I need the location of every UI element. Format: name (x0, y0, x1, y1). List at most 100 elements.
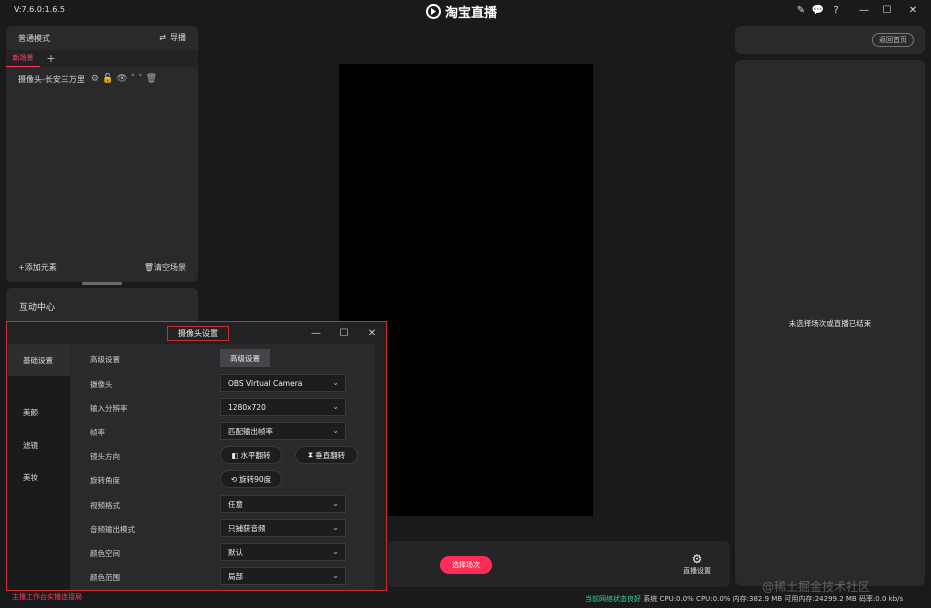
live-settings-button[interactable]: ⚙ 直播设置 (680, 552, 714, 576)
scene-panel-header: 普通模式 ⇄ 导播 (6, 26, 198, 48)
help-icon[interactable]: ? (829, 3, 843, 17)
vertical-flip-label: 垂直翻转 (315, 450, 346, 460)
video-format-select[interactable]: 任意 ⌄ (220, 495, 346, 513)
audio-mode-select[interactable]: 只捕获音频 ⌄ (220, 519, 346, 537)
chevron-down-icon: ⌄ (332, 426, 339, 435)
chevron-down-icon: ⌄ (332, 402, 339, 411)
no-session-message: 未选择场次或直播已结束 (788, 319, 872, 328)
rotate-90-label: 旋转90度 (239, 474, 272, 484)
nav-basic-settings[interactable]: 基础设置 (8, 344, 70, 376)
clear-scene-button[interactable]: 🗑清空场景 (144, 262, 186, 273)
rotate-90-button[interactable]: ⟲ 旋转90度 (220, 470, 282, 488)
row-camera: 摄像头 OBS Virtual Camera ⌄ (70, 374, 375, 394)
audio-mode-value: 只捕获音频 (228, 523, 266, 533)
advanced-label: 高级设置 (90, 355, 120, 364)
nav-filter[interactable]: 滤镜 (8, 429, 70, 461)
settings-icon[interactable]: ⚙ (91, 74, 99, 84)
camera-value: OBS Virtual Camera (228, 378, 303, 388)
chevron-down-icon: ⌄ (332, 499, 339, 508)
row-rotation: 旋转角度 ⟲ 旋转90度 (70, 470, 375, 490)
row-color-range: 颜色范围 局部 ⌄ (70, 567, 375, 587)
status-right: 当前网络状态良好 系统 CPU:0.0% CPU:0.0% 内存:382.9 M… (585, 594, 903, 604)
framerate-label: 帧率 (90, 428, 105, 437)
dialog-title: 摄像头设置 (167, 326, 229, 341)
source-tools: ⚙ 🔓 👁 ˄ ˅ 🗑 (91, 74, 157, 84)
app-title: 淘宝直播 (426, 1, 497, 21)
resolution-select[interactable]: 1280x720 ⌄ (220, 398, 346, 416)
close-icon[interactable]: ✕ (906, 3, 920, 17)
nav-makeup[interactable]: 美妆 (8, 461, 70, 493)
video-format-value: 任意 (228, 499, 243, 509)
horizontal-flip-button[interactable]: ◧ 水平翻转 (220, 446, 282, 464)
add-element-button[interactable]: +添加元素 (18, 262, 57, 273)
chat-icon[interactable]: 💬 (811, 3, 825, 17)
video-format-label: 视频格式 (90, 501, 120, 510)
dialog-maximize-icon[interactable]: ☐ (337, 326, 351, 340)
chevron-down-icon: ⌄ (332, 378, 339, 387)
maximize-icon[interactable]: ☐ (880, 3, 894, 17)
color-space-label: 颜色空间 (90, 549, 120, 558)
row-advanced: 高级设置 高级设置 (70, 349, 375, 369)
framerate-value: 匹配输出帧率 (228, 426, 273, 436)
camera-select[interactable]: OBS Virtual Camera ⌄ (220, 374, 346, 392)
app-version: V:7.6.0:1.6.5 (14, 5, 65, 14)
dialog-scrollbar[interactable] (375, 344, 386, 590)
network-status: 当前网络状态良好 (585, 595, 641, 603)
trash-icon[interactable]: 🗑 (146, 74, 157, 84)
scene-panel-footer: +添加元素 🗑清空场景 (6, 262, 198, 276)
chevron-down-icon[interactable]: ˅ (138, 74, 143, 84)
trash-icon: 🗑 (143, 263, 154, 272)
guide-button[interactable]: ⇄ 导播 (159, 32, 186, 43)
source-item[interactable]: 摄像头-长安三万里 ⚙ 🔓 👁 ˄ ˅ 🗑 (6, 70, 198, 88)
guide-label: 导播 (170, 33, 186, 42)
color-space-select[interactable]: 默认 ⌄ (220, 543, 346, 561)
app-title-text: 淘宝直播 (445, 5, 498, 21)
row-resolution: 输入分辨率 1280x720 ⌄ (70, 398, 375, 418)
flip-vertical-icon: ⧗ (307, 450, 314, 459)
taobao-live-logo-icon (426, 3, 441, 19)
dialog-minimize-icon[interactable]: — (309, 326, 323, 340)
tab-new-scene[interactable]: 新场景 (6, 50, 40, 67)
eye-icon[interactable]: 👁 (116, 74, 127, 84)
dialog-close-icon[interactable]: ✕ (365, 326, 379, 340)
minimize-icon[interactable]: — (857, 3, 871, 17)
gear-icon: ⚙ (691, 552, 703, 566)
color-space-value: 默认 (228, 547, 243, 557)
camera-settings-dialog: 摄像头设置 — ☐ ✕ 基础设置 美颜 滤镜 美妆 高级设置 高级设置 摄像头 … (6, 321, 387, 591)
direction-label: 镜头方向 (90, 452, 120, 461)
mode-label[interactable]: 普通模式 (18, 33, 50, 44)
status-left: 主播工作台实播连接局 (12, 593, 82, 601)
framerate-select[interactable]: 匹配输出帧率 ⌄ (220, 422, 346, 440)
lock-icon[interactable]: 🔓 (102, 74, 113, 84)
flip-horizontal-icon: ◧ (231, 450, 239, 460)
row-audio-mode: 音频输出模式 只捕获音频 ⌄ (70, 519, 375, 539)
plus-icon: + (18, 263, 25, 272)
nav-beauty[interactable]: 美颜 (8, 396, 70, 428)
edit-icon[interactable]: ✎ (794, 3, 808, 17)
dialog-nav: 基础设置 美颜 滤镜 美妆 (8, 344, 70, 590)
color-range-label: 颜色范围 (90, 573, 120, 582)
title-bar: V:7.6.0:1.6.5 淘宝直播 ✎ 💬 ? — ☐ ✕ (0, 0, 931, 22)
right-panel: 未选择场次或直播已结束 (735, 60, 925, 586)
audio-mode-label: 音频输出模式 (90, 525, 135, 534)
camera-label: 摄像头 (90, 380, 113, 389)
system-status: 系统 CPU:0.0% CPU:0.0% 内存:382.9 MB 可用内存:24… (643, 595, 904, 603)
source-name: 摄像头-长安三万里 (18, 74, 85, 84)
chevron-down-icon: ⌄ (332, 571, 339, 580)
swap-icon: ⇄ (159, 33, 166, 42)
color-range-select[interactable]: 局部 ⌄ (220, 567, 346, 585)
rotate-icon: ⟲ (230, 474, 238, 484)
rotation-label: 旋转角度 (90, 476, 120, 485)
add-element-label: 添加元素 (24, 263, 57, 272)
advanced-settings-button[interactable]: 高级设置 (220, 349, 270, 367)
chevron-up-icon[interactable]: ˄ (131, 74, 136, 84)
home-button[interactable]: 返回首页 (872, 33, 914, 47)
interaction-panel: 互动中心 (6, 288, 198, 324)
dialog-content: 高级设置 高级设置 摄像头 OBS Virtual Camera ⌄ 输入分辨率 … (70, 344, 375, 590)
select-scene-button[interactable]: 选择场次 (440, 556, 492, 574)
vertical-flip-button[interactable]: ⧗ 垂直翻转 (295, 446, 358, 464)
scene-panel: 普通模式 ⇄ 导播 新场景 + 摄像头-长安三万里 ⚙ 🔓 👁 ˄ ˅ 🗑 +添… (6, 26, 198, 282)
add-scene-tab-button[interactable]: + (40, 50, 62, 67)
row-framerate: 帧率 匹配输出帧率 ⌄ (70, 422, 375, 442)
scene-panel-scrollbar[interactable] (82, 282, 122, 285)
